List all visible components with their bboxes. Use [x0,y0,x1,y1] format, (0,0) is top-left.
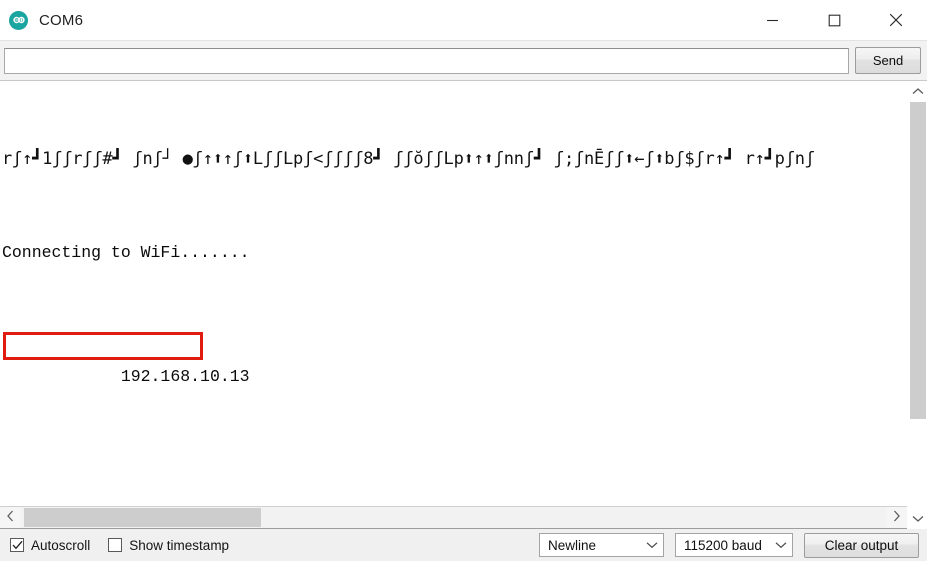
send-bar: Send [0,40,927,80]
red-highlight-box [3,332,203,360]
serial-output-lines: rʃ↑┛1ʃʃrʃʃ#┛ ʃnʃ┘ ●ʃ↑⬆↑ʃ⬆LʃʃLpʃ<ʃʃʃʃ8┛ ʃ… [0,81,907,506]
chevron-up-icon [912,83,924,101]
send-button[interactable]: Send [855,47,921,74]
output-line: Connecting to WiFi....... [2,243,250,262]
vertical-scroll-thumb[interactable] [910,102,926,419]
status-bar: Autoscroll Show timestamp Newline 115200… [0,529,927,561]
close-icon [889,13,903,27]
horizontal-scrollbar[interactable] [0,506,907,529]
autoscroll-label: Autoscroll [31,537,91,553]
serial-output-console[interactable]: rʃ↑┛1ʃʃrʃʃ#┛ ʃnʃ┘ ●ʃ↑⬆↑ʃ⬆LʃʃLpʃ<ʃʃʃʃ8┛ ʃ… [0,81,907,506]
title-bar-left: COM6 [0,10,84,30]
scroll-up-button[interactable] [908,81,927,102]
autoscroll-checkbox-group[interactable]: Autoscroll [10,538,90,553]
minimize-icon [766,14,779,27]
chevron-down-icon [770,541,792,549]
horizontal-scroll-thumb[interactable] [24,508,261,527]
output-line-highlighted: 192.168.10.13 [2,330,907,454]
console-column: rʃ↑┛1ʃʃrʃʃ#┛ ʃnʃ┘ ●ʃ↑⬆↑ʃ⬆LʃʃLpʃ<ʃʃʃʃ8┛ ʃ… [0,81,907,529]
horizontal-scroll-track[interactable] [21,507,886,528]
scroll-down-button[interactable] [908,508,927,529]
line-ending-select[interactable]: Newline [539,533,664,557]
chevron-down-icon [641,541,663,549]
vertical-scrollbar[interactable] [907,81,927,529]
baud-rate-value: 115200 baud [684,537,762,553]
line-ending-value: Newline [548,537,597,553]
scroll-left-button[interactable] [0,507,21,528]
window-title: COM6 [39,11,84,29]
checkmark-icon [12,540,23,550]
chevron-left-icon [6,509,15,527]
serial-monitor-window: COM6 Send rʃ↑┛1ʃʃrʃʃ#┛ ʃnʃ┘ ●ʃ↑⬆↑ʃ⬆LʃʃLp… [0,0,927,561]
vertical-scroll-track[interactable] [908,102,927,508]
minimize-button[interactable] [741,0,803,40]
chevron-down-icon [912,510,924,528]
scroll-right-button[interactable] [886,507,907,528]
title-bar: COM6 [0,0,927,40]
show-timestamp-checkbox[interactable] [108,538,123,552]
console-area: rʃ↑┛1ʃʃrʃʃ#┛ ʃnʃ┘ ●ʃ↑⬆↑ʃ⬆LʃʃLpʃ<ʃʃʃʃ8┛ ʃ… [0,80,927,529]
chevron-right-icon [892,509,901,527]
window-controls [741,0,927,40]
arduino-logo-icon [9,10,28,30]
close-button[interactable] [865,0,927,40]
status-bar-right: Newline 115200 baud Clear output [539,532,919,558]
autoscroll-checkbox[interactable] [10,538,24,552]
show-timestamp-label: Show timestamp [129,537,230,553]
maximize-icon [828,14,841,27]
baud-rate-select[interactable]: 115200 baud [675,533,793,557]
clear-output-button[interactable]: Clear output [804,532,919,558]
serial-send-input[interactable] [4,47,849,74]
show-timestamp-checkbox-group[interactable]: Show timestamp [108,538,229,553]
maximize-button[interactable] [803,0,865,40]
output-line: rʃ↑┛1ʃʃrʃʃ#┛ ʃnʃ┘ ●ʃ↑⬆↑ʃ⬆LʃʃLpʃ<ʃʃʃʃ8┛ ʃ… [2,149,815,169]
ip-address-text: 192.168.10.13 [120,367,250,386]
